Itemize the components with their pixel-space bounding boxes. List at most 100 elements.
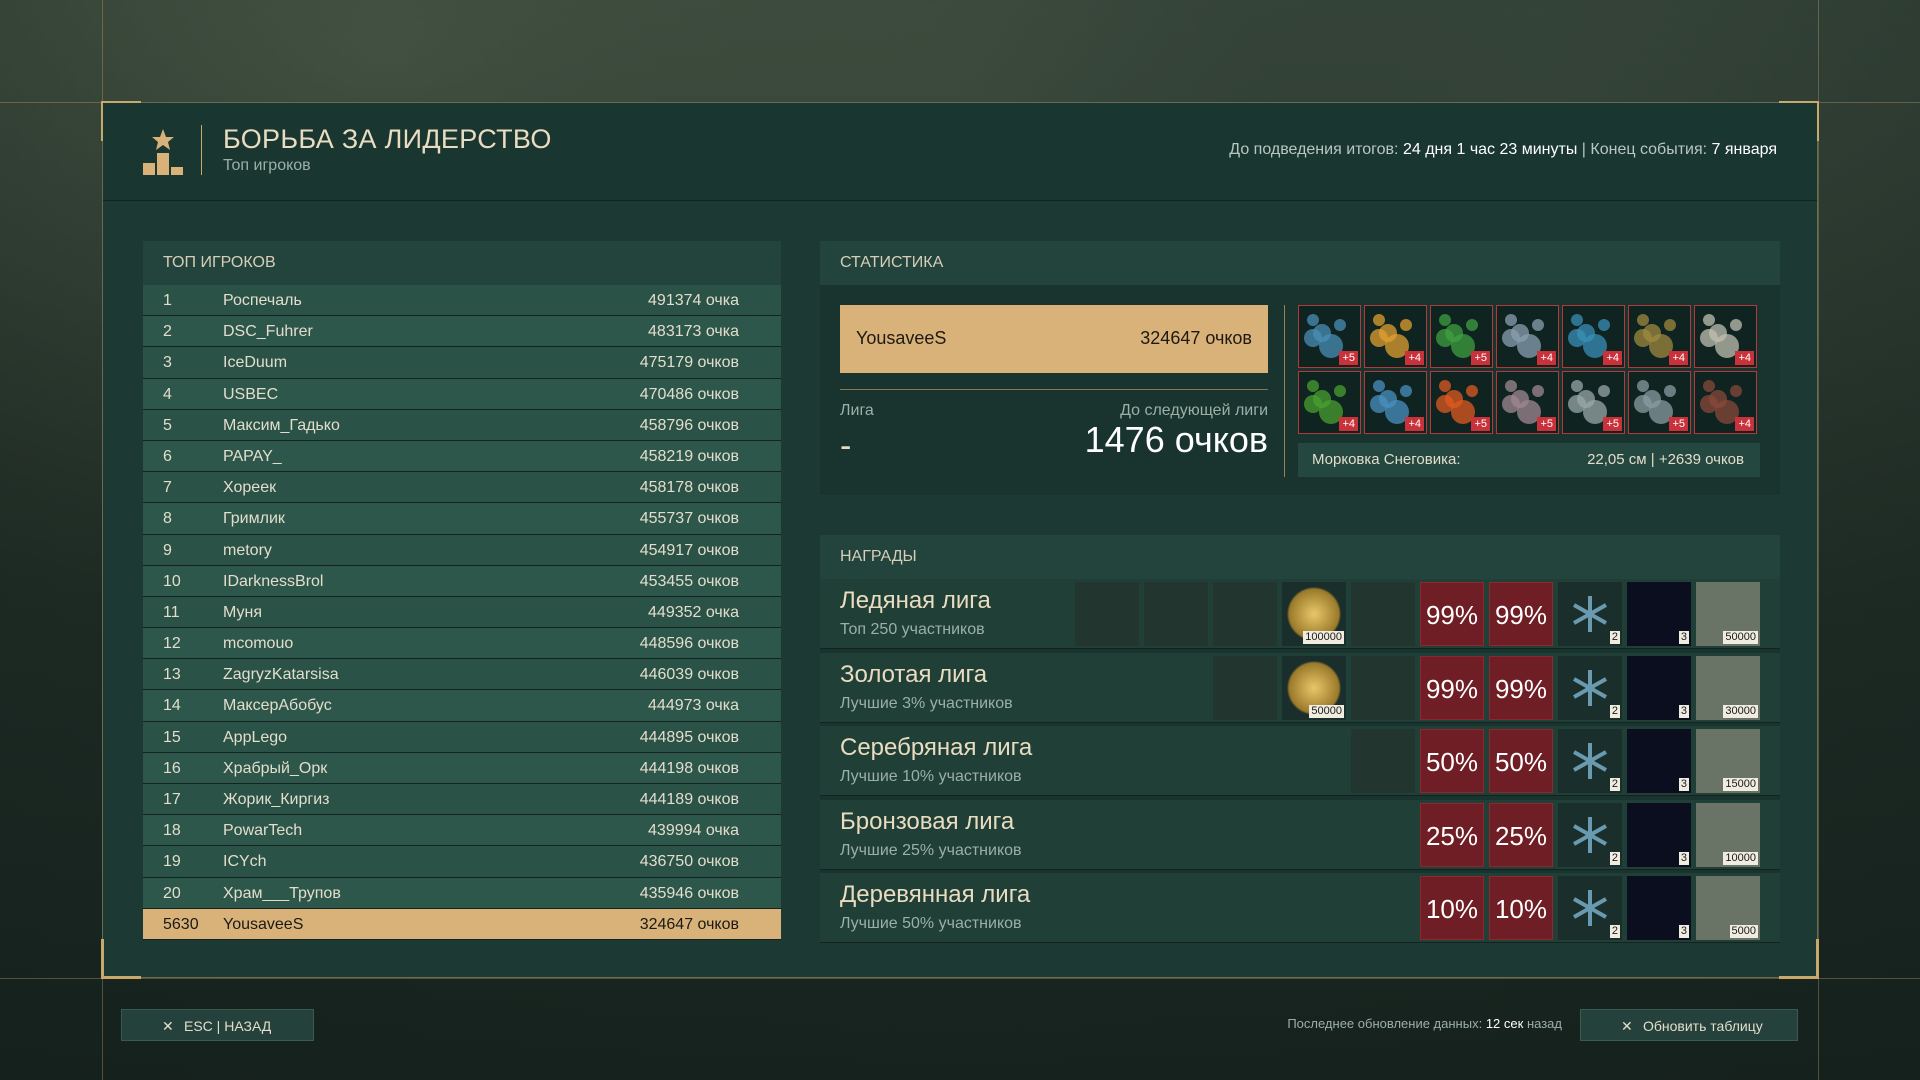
player-row[interactable]: 8 Гримлик 455737 очков bbox=[143, 503, 781, 535]
knife-icon[interactable] bbox=[1351, 729, 1415, 793]
player-row[interactable]: 18 PowarTech 439994 очка bbox=[143, 815, 781, 847]
player-rank: 12 bbox=[163, 635, 181, 653]
discount-icon[interactable]: 99% bbox=[1489, 655, 1553, 720]
player-score: 444973 очка bbox=[648, 697, 739, 715]
reward-count: 2 bbox=[1609, 778, 1620, 791]
snowflake-icon[interactable]: 2 bbox=[1558, 802, 1622, 867]
coiled-worm-icon[interactable]: +4 bbox=[1628, 305, 1691, 368]
blue-crystals-icon[interactable]: +4 bbox=[1364, 371, 1427, 434]
player-name: AppLego bbox=[223, 728, 288, 746]
starfield-icon[interactable]: 3 bbox=[1627, 655, 1691, 720]
treasure-map-icon[interactable]: 30000 bbox=[1696, 655, 1760, 720]
discount-icon[interactable]: 99% bbox=[1489, 582, 1553, 646]
player-score: 444895 очков bbox=[639, 728, 739, 746]
player-name: ZagryzKatarsisa bbox=[223, 666, 339, 684]
starfield-icon[interactable]: 3 bbox=[1627, 729, 1691, 793]
gold-coin-icon[interactable]: 50000 bbox=[1282, 655, 1346, 720]
back-button[interactable]: ✕ ESC | НАЗАД bbox=[121, 1009, 314, 1041]
orange-chains-icon[interactable]: +5 bbox=[1430, 371, 1493, 434]
frame-line bbox=[0, 978, 1920, 979]
knife-icon[interactable] bbox=[1351, 582, 1415, 646]
player-row[interactable]: 12 mcomouo 448596 очков bbox=[143, 628, 781, 660]
fly-icon[interactable]: +4 bbox=[1694, 305, 1757, 368]
player-row[interactable]: 13 ZagryzKatarsisa 446039 очков bbox=[143, 659, 781, 691]
discount-icon[interactable]: 99% bbox=[1420, 582, 1484, 646]
player-row[interactable]: 15 AppLego 444895 очков bbox=[143, 721, 781, 753]
league-name: Золотая лига bbox=[840, 660, 988, 688]
reward-count: 10000 bbox=[1723, 851, 1758, 865]
player-row[interactable]: 7 Хореек 458178 очков bbox=[143, 472, 781, 504]
flames-icon[interactable]: +4 bbox=[1364, 305, 1427, 368]
player-row[interactable]: 5 Максим_Гадько 458796 очков bbox=[143, 409, 781, 441]
league-condition: Лучшие 10% участников bbox=[840, 768, 1022, 785]
player-row[interactable]: 14 МаксерАбобус 444973 очка bbox=[143, 690, 781, 722]
player-row[interactable]: 9 metory 454917 очков bbox=[143, 534, 781, 566]
discount-icon[interactable]: 25% bbox=[1420, 802, 1484, 867]
starfield-icon[interactable]: 3 bbox=[1627, 582, 1691, 646]
hook-icon[interactable]: +4 bbox=[1496, 305, 1559, 368]
discount-icon[interactable]: 10% bbox=[1489, 876, 1553, 940]
discount-icon[interactable]: 25% bbox=[1489, 802, 1553, 867]
event-timer: До подведения итогов: 24 дня 1 час 23 ми… bbox=[1229, 141, 1777, 159]
snowflake-icon[interactable]: 2 bbox=[1558, 655, 1622, 720]
player-row[interactable]: 16 Храбрый_Орк 444198 очков bbox=[143, 752, 781, 784]
player-score: 475179 очков bbox=[639, 354, 739, 372]
blue-urchin-icon[interactable]: +5 bbox=[1298, 305, 1361, 368]
discount-value: 10% bbox=[1425, 894, 1479, 924]
snowflake-icon[interactable]: 2 bbox=[1558, 729, 1622, 793]
top-players-list[interactable]: 1 Роспечаль 491374 очка 2 DSC_Fuhrer 483173 о… bbox=[143, 285, 781, 909]
hedgehog-icon[interactable]: +5 bbox=[1562, 371, 1625, 434]
player-row[interactable]: 3 IceDuum 475179 очков bbox=[143, 347, 781, 379]
player-rank: 16 bbox=[163, 759, 181, 777]
treasure-map-icon[interactable]: 5000 bbox=[1696, 876, 1760, 940]
player-name: Храм___Трупов bbox=[223, 884, 341, 902]
snowflake-icon[interactable]: 2 bbox=[1558, 582, 1622, 646]
player-score: 454917 очков bbox=[639, 541, 739, 559]
rifle-icon[interactable] bbox=[1213, 582, 1277, 646]
starfield-icon[interactable]: 3 bbox=[1627, 876, 1691, 940]
discount-icon[interactable]: 99% bbox=[1420, 655, 1484, 720]
self-player-row[interactable]: 5630 YousaveeS 324647 очков bbox=[143, 908, 781, 940]
frame-line bbox=[1818, 0, 1819, 1080]
player-row[interactable]: 4 USBEC 470486 очков bbox=[143, 378, 781, 410]
reward-count: 3 bbox=[1678, 704, 1689, 718]
item-count-badge: +4 bbox=[1405, 417, 1424, 431]
statistics-title: СТАТИСТИКА bbox=[820, 241, 1780, 285]
discount-icon[interactable]: 50% bbox=[1489, 729, 1553, 793]
player-row[interactable]: 1 Роспечаль 491374 очка bbox=[143, 285, 781, 317]
armor-icon[interactable] bbox=[1075, 582, 1139, 646]
update-label: Последнее обновление данных: bbox=[1287, 1016, 1483, 1031]
refresh-button[interactable]: ✕ Обновить таблицу bbox=[1580, 1009, 1798, 1041]
player-row[interactable]: 10 IDarknessBrol 453455 очков bbox=[143, 565, 781, 597]
starfield-icon[interactable]: 3 bbox=[1627, 802, 1691, 867]
green-leaves-icon[interactable]: +5 bbox=[1430, 305, 1493, 368]
snowflake-icon[interactable]: 2 bbox=[1558, 876, 1622, 940]
treasure-map-icon[interactable]: 50000 bbox=[1696, 582, 1760, 646]
reward-count: 3 bbox=[1678, 631, 1689, 644]
claw-icon[interactable]: +4 bbox=[1694, 371, 1757, 434]
player-row[interactable]: 2 DSC_Fuhrer 483173 очка bbox=[143, 316, 781, 348]
discount-icon[interactable]: 50% bbox=[1420, 729, 1484, 793]
knife-icon[interactable] bbox=[1351, 655, 1415, 720]
gold-coin-icon[interactable]: 100000 bbox=[1282, 582, 1346, 646]
header-divider bbox=[201, 125, 202, 175]
player-row[interactable]: 6 PAPAY_ 458219 очков bbox=[143, 440, 781, 473]
blue-blob-icon[interactable]: +4 bbox=[1562, 305, 1625, 368]
player-row[interactable]: 11 Муня 449352 очка bbox=[143, 596, 781, 629]
player-row[interactable]: 17 Жорик_Киргиз 444189 очков bbox=[143, 784, 781, 816]
last-update-text: Последнее обновление данных: 12 сек наза… bbox=[1287, 1016, 1562, 1031]
discount-value: 50% bbox=[1494, 747, 1548, 777]
treasure-map-icon[interactable]: 10000 bbox=[1696, 802, 1760, 867]
player-score: 449352 очка bbox=[648, 603, 739, 621]
player-row[interactable]: 19 ICYch 436750 очков bbox=[143, 846, 781, 878]
grey-urchin-icon[interactable]: +5 bbox=[1628, 371, 1691, 434]
rifle-icon[interactable] bbox=[1213, 655, 1277, 720]
player-row[interactable]: 20 Храм___Трупов 435946 очков bbox=[143, 877, 781, 909]
green-grass-icon[interactable]: +4 bbox=[1298, 371, 1361, 434]
treasure-map-icon[interactable]: 15000 bbox=[1696, 729, 1760, 793]
pink-rock-icon[interactable]: +5 bbox=[1496, 371, 1559, 434]
league-reward-row: Серебряная лига Лучшие 10% участников 1500… bbox=[820, 726, 1780, 796]
player-rank: 18 bbox=[163, 822, 181, 840]
discount-icon[interactable]: 10% bbox=[1420, 876, 1484, 940]
device-icon[interactable] bbox=[1144, 582, 1208, 646]
